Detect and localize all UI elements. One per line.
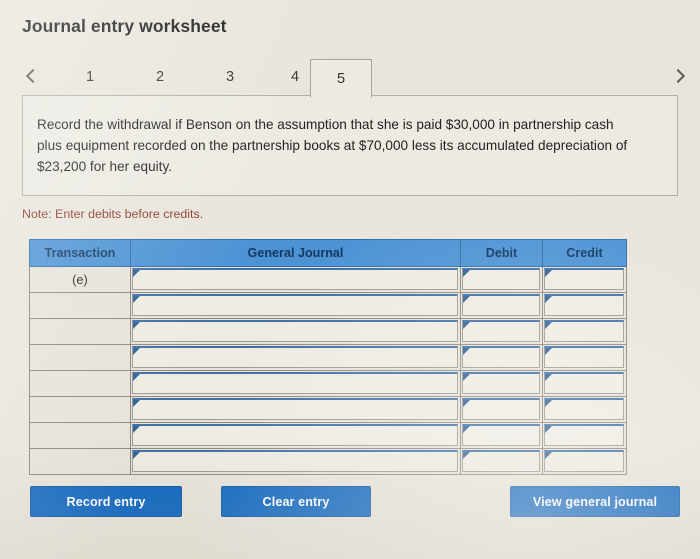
credit-input-cell[interactable] — [542, 370, 627, 397]
credit-input[interactable] — [544, 424, 624, 446]
table-row — [29, 344, 627, 371]
general-journal-input-cell[interactable] — [130, 448, 461, 475]
transaction-label — [29, 292, 131, 319]
tab-5[interactable]: 5 — [310, 59, 372, 98]
general-journal-input-cell[interactable] — [130, 318, 461, 345]
chevron-right-icon — [670, 68, 686, 84]
general-journal-input-cell[interactable] — [130, 344, 461, 371]
tab-3[interactable]: 3 — [204, 59, 256, 95]
general-journal-select[interactable] — [132, 294, 458, 316]
transaction-label — [29, 318, 131, 345]
record-entry-button[interactable]: Record entry — [30, 486, 182, 517]
debit-input[interactable] — [462, 320, 540, 342]
credit-input-cell[interactable] — [542, 318, 627, 345]
transaction-label — [29, 422, 131, 449]
debit-input[interactable] — [462, 372, 540, 394]
transaction-label — [29, 396, 131, 423]
debit-input-cell[interactable] — [460, 292, 543, 319]
table-row — [29, 370, 627, 397]
table-row — [29, 292, 627, 319]
credit-input-cell[interactable] — [542, 292, 627, 319]
transaction-label — [29, 344, 131, 371]
debit-input[interactable] — [462, 424, 540, 446]
debit-input-cell[interactable] — [460, 266, 543, 293]
credit-input-cell[interactable] — [542, 344, 627, 371]
debit-input[interactable] — [462, 398, 540, 420]
transaction-label: (e) — [29, 266, 131, 293]
debit-input-cell[interactable] — [460, 422, 543, 449]
instruction-panel: Record the withdrawal if Benson on the a… — [22, 95, 678, 196]
journal-entry-table: Transaction General Journal Debit Credit… — [29, 239, 627, 475]
debit-input-cell[interactable] — [460, 448, 543, 475]
credit-input[interactable] — [544, 346, 624, 368]
general-journal-select[interactable] — [132, 372, 458, 394]
general-journal-input-cell[interactable] — [130, 422, 461, 449]
credit-input-cell[interactable] — [542, 396, 627, 423]
worksheet-tab-bar: 1 2 3 4 5 — [22, 57, 686, 98]
general-journal-select[interactable] — [132, 268, 458, 290]
general-journal-input-cell[interactable] — [130, 266, 461, 293]
general-journal-select[interactable] — [132, 320, 458, 342]
table-row — [29, 422, 627, 449]
table-row — [29, 318, 627, 345]
credit-input[interactable] — [544, 450, 624, 472]
tab-2[interactable]: 2 — [134, 59, 186, 95]
view-general-journal-button[interactable]: View general journal — [510, 486, 680, 517]
debit-input-cell[interactable] — [460, 318, 543, 345]
table-row — [29, 448, 627, 475]
transaction-label — [29, 448, 131, 475]
debit-input[interactable] — [462, 268, 540, 290]
credit-input[interactable] — [544, 268, 624, 290]
table-row — [29, 396, 627, 423]
next-tab-button[interactable] — [667, 61, 689, 91]
general-journal-input-cell[interactable] — [130, 292, 461, 319]
credit-input-cell[interactable] — [542, 448, 627, 475]
chevron-left-icon — [25, 68, 41, 84]
page-title: Journal entry worksheet — [22, 16, 227, 36]
instruction-text: Record the withdrawal if Benson on the a… — [37, 117, 628, 174]
debit-input[interactable] — [462, 346, 540, 368]
table-row: (e) — [29, 266, 627, 293]
column-header-debit: Debit — [460, 239, 543, 267]
debits-before-credits-note: Note: Enter debits before credits. — [22, 207, 204, 221]
general-journal-input-cell[interactable] — [130, 370, 461, 397]
tab-1[interactable]: 1 — [64, 59, 116, 95]
debit-input[interactable] — [462, 450, 540, 472]
column-header-general-journal: General Journal — [130, 239, 461, 267]
credit-input-cell[interactable] — [542, 266, 627, 293]
debit-input-cell[interactable] — [460, 370, 543, 397]
credit-input[interactable] — [544, 372, 624, 394]
credit-input[interactable] — [544, 398, 624, 420]
general-journal-select[interactable] — [132, 346, 458, 368]
general-journal-select[interactable] — [132, 424, 458, 446]
general-journal-input-cell[interactable] — [130, 396, 461, 423]
column-header-transaction: Transaction — [29, 239, 131, 267]
credit-input[interactable] — [544, 294, 624, 316]
table-header-row: Transaction General Journal Debit Credit — [29, 239, 627, 267]
debit-input[interactable] — [462, 294, 540, 316]
debit-input-cell[interactable] — [460, 396, 543, 423]
general-journal-select[interactable] — [132, 450, 458, 472]
column-header-credit: Credit — [542, 239, 627, 267]
general-journal-select[interactable] — [132, 398, 458, 420]
credit-input[interactable] — [544, 320, 624, 342]
transaction-label — [29, 370, 131, 397]
previous-tab-button[interactable] — [22, 61, 44, 91]
debit-input-cell[interactable] — [460, 344, 543, 371]
credit-input-cell[interactable] — [542, 422, 627, 449]
clear-entry-button[interactable]: Clear entry — [221, 486, 371, 517]
